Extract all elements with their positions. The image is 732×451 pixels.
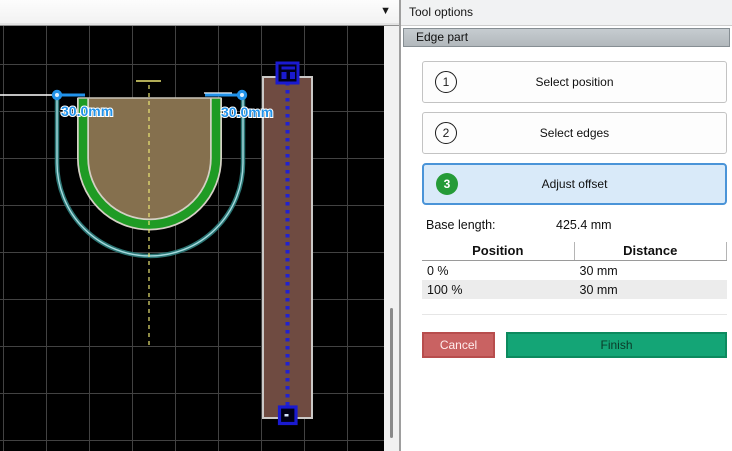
finish-button[interactable]: Finish: [506, 332, 727, 358]
step-select-edges[interactable]: 2 Select edges: [422, 112, 727, 154]
tool-options-panel: Tool options Edge part 1 Select position…: [399, 0, 732, 451]
offset-table: Position Distance 0 % 30 mm 100 % 30 mm: [422, 242, 727, 315]
table-empty-row: [422, 299, 727, 315]
strip-part[interactable]: [262, 76, 313, 419]
step-number-badge: 1: [435, 71, 457, 93]
chevron-down-icon: ▼: [380, 5, 391, 17]
distance-value[interactable]: 30 mm: [575, 264, 728, 278]
canvas-vertical-scrollbar[interactable]: [384, 26, 399, 451]
cancel-button[interactable]: Cancel: [422, 332, 495, 358]
section-header-edge-part: Edge part: [403, 28, 730, 47]
step-adjust-offset[interactable]: 3 Adjust offset: [422, 163, 727, 205]
base-length-row: Base length: 425.4 mm: [426, 218, 727, 232]
grid-lines: [0, 26, 384, 451]
application-window: ▼ 30.0mm 30.0mm Tool options Edge part 1…: [0, 0, 732, 451]
base-length-label: Base length:: [426, 218, 496, 232]
panel-content: 1 Select position 2 Select edges 3 Adjus…: [401, 47, 732, 358]
panel-title: Tool options: [401, 0, 732, 26]
viewport-column: ▼ 30.0mm 30.0mm: [0, 0, 399, 451]
distance-value[interactable]: 30 mm: [575, 283, 728, 297]
step-label: Adjust offset: [541, 177, 608, 191]
path-start-marker[interactable]: [275, 61, 300, 85]
position-value: 100 %: [427, 282, 463, 297]
scrollbar-thumb[interactable]: [390, 308, 393, 438]
offset-value-label-right[interactable]: 30.0mm: [220, 103, 274, 121]
canvas-row: 30.0mm 30.0mm: [0, 26, 399, 451]
action-buttons: Cancel Finish: [422, 332, 727, 358]
column-header-distance: Distance: [575, 242, 727, 260]
position-value: 0 %: [427, 263, 449, 278]
layer-dropdown[interactable]: ▼: [0, 0, 399, 26]
drawing-canvas[interactable]: 30.0mm 30.0mm: [0, 26, 384, 451]
step-number-badge: 2: [435, 122, 457, 144]
step-label: Select position: [535, 75, 614, 89]
offset-value-label-left[interactable]: 30.0mm: [60, 102, 114, 120]
offset-table-header: Position Distance: [422, 242, 727, 261]
base-length-value: 425.4 mm: [556, 218, 612, 232]
table-row[interactable]: 0 % 30 mm: [422, 261, 727, 280]
step-number-badge: 3: [436, 173, 458, 195]
step-label: Select edges: [539, 126, 610, 140]
table-row[interactable]: 100 % 30 mm: [422, 280, 727, 299]
path-end-marker[interactable]: [277, 405, 298, 426]
column-header-position: Position: [422, 242, 575, 260]
step-select-position[interactable]: 1 Select position: [422, 61, 727, 103]
